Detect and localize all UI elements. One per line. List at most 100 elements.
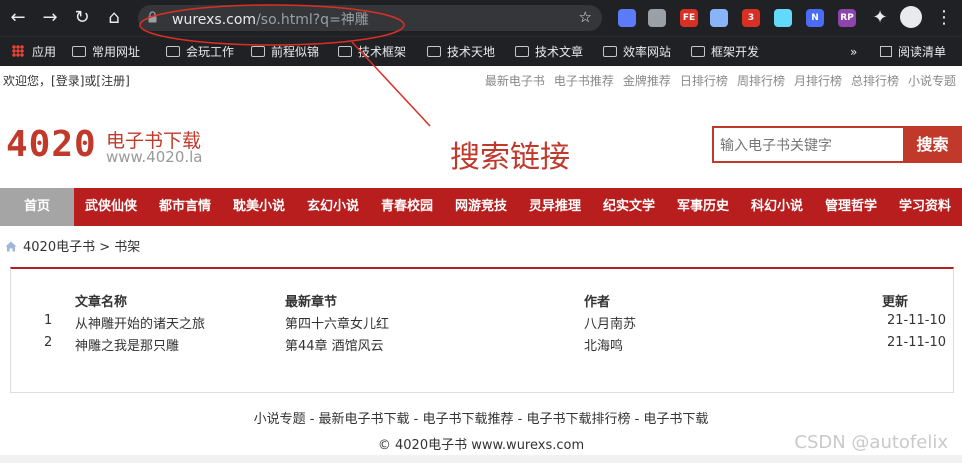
fe-ext-icon[interactable]: FE — [680, 9, 698, 27]
top-link[interactable]: 金牌推荐 — [623, 74, 671, 88]
search-button[interactable]: 搜索 — [903, 126, 962, 163]
annotation-label: 搜索链接 — [450, 140, 570, 175]
bookmark-folder[interactable]: 效率网站 — [603, 43, 671, 61]
bookmark-folder[interactable]: 前程似锦 — [251, 43, 319, 61]
top-link[interactable]: 周排行榜 — [737, 74, 785, 88]
horizontal-scrollbar[interactable] — [0, 455, 962, 463]
folder-icon — [338, 46, 352, 57]
footer-links[interactable]: 小说专题 - 最新电子书下载 - 电子书下载推荐 - 电子书下载排行榜 - 电子… — [0, 408, 962, 427]
main-nav: 首页 武侠仙侠 都市言情 耽美小说 玄幻小说 青春校园 网游竞技 灵异推理 纪实文学 军事历史 科幻… — [0, 188, 962, 226]
header-chapter: 最新章节 — [285, 295, 338, 310]
register-link[interactable]: [注册] — [96, 74, 129, 88]
reading-list-icon — [880, 46, 892, 57]
bookmark-folder[interactable]: 框架开发 — [691, 43, 759, 61]
login-link[interactable]: [登录] — [51, 74, 84, 88]
avatar[interactable] — [900, 6, 922, 28]
breadcrumb-current: 书架 — [114, 240, 141, 255]
bookmark-folder[interactable]: 技术框架 — [338, 43, 406, 61]
translate-ext-icon[interactable] — [618, 9, 636, 27]
ring-ext-icon[interactable] — [710, 9, 728, 27]
search-input[interactable] — [712, 126, 903, 163]
chapter-link[interactable]: 第四十六章女儿红 — [285, 313, 389, 332]
folder-icon — [691, 46, 705, 57]
header-author: 作者 — [584, 295, 611, 310]
menu-dots-icon[interactable]: ⋮ — [934, 8, 954, 28]
bookmarks-bar: 应用 常用网址 会玩工作 前程似锦 技术框架 技术天地 技术文章 效率网站 框架开发 » 阅读… — [0, 36, 962, 66]
bookmarks-more[interactable]: » — [850, 43, 857, 61]
breadcrumb-separator: > — [99, 240, 111, 255]
bookmark-apps[interactable]: 应用 — [12, 43, 56, 61]
forward-icon[interactable]: → — [40, 8, 60, 28]
nav-item[interactable]: 首页 — [0, 188, 74, 226]
bookmark-star-icon[interactable]: ☆ — [579, 8, 592, 26]
nav-item[interactable]: 管理哲学 — [814, 188, 888, 226]
bookmark-label: 效率网站 — [623, 45, 672, 59]
bookmark-label: 会玩工作 — [186, 45, 235, 59]
book-title-link[interactable]: 神雕之我是那只雕 — [75, 335, 179, 354]
extensions-puzzle-icon[interactable]: ✦ — [870, 8, 890, 28]
rp-ext-icon[interactable]: RP — [838, 9, 856, 27]
bookmark-label: 框架开发 — [711, 45, 760, 59]
reload-icon[interactable]: ↻ — [72, 8, 92, 28]
address-bar[interactable]: wurexs.com/so.html?q=神雕 ☆ — [138, 5, 602, 31]
top-link[interactable]: 最新电子书 — [485, 74, 545, 88]
welcome-text: 欢迎您， — [3, 74, 52, 88]
folder-icon — [427, 46, 441, 57]
back-icon[interactable]: ← — [8, 8, 28, 28]
update-date: 21-11-10 — [887, 313, 947, 328]
top-link[interactable]: 月排行榜 — [794, 74, 842, 88]
bookmark-folder[interactable]: 技术天地 — [427, 43, 495, 61]
logo-number[interactable]: 4020 — [6, 124, 97, 165]
home-icon[interactable]: ⌂ — [104, 8, 124, 28]
folder-icon — [251, 46, 265, 57]
nav-item[interactable]: 科幻小说 — [740, 188, 814, 226]
nav-item[interactable]: 玄幻小说 — [296, 188, 370, 226]
results-panel: 文章名称 最新章节 作者 更新 1 从神雕开始的诸天之旅 第四十六章女儿红 八月… — [10, 267, 954, 393]
update-date: 21-11-10 — [887, 335, 947, 350]
browser-toolbar: ← → ↻ ⌂ wurexs.com/so.html?q=神雕 ☆ FE 3 N RP… — [0, 0, 962, 36]
n-ext-icon[interactable]: N — [806, 9, 824, 27]
nav-item[interactable]: 都市言情 — [148, 188, 222, 226]
nav-item[interactable]: 军事历史 — [666, 188, 740, 226]
folder-icon — [603, 46, 617, 57]
nav-item[interactable]: 青春校园 — [370, 188, 444, 226]
breadcrumb: 4020电子书 > 书架 — [5, 236, 140, 255]
or-text: 或 — [84, 74, 97, 88]
header: 4020 电子书下载 www.4020.la 搜索链接 搜索 — [0, 92, 962, 188]
author-text: 北海鸣 — [584, 339, 624, 354]
bookmark-label: 技术天地 — [447, 45, 496, 59]
folder-icon — [166, 46, 180, 57]
top-link[interactable]: 小说专题 — [908, 74, 956, 88]
lock-icon — [148, 11, 157, 23]
bookmark-label: 前程似锦 — [271, 45, 320, 59]
folder-icon — [515, 46, 529, 57]
react-ext-icon[interactable] — [774, 9, 792, 27]
reading-list[interactable]: 阅读清单 — [880, 43, 946, 61]
folder-ext-icon[interactable] — [648, 9, 666, 27]
nav-item[interactable]: 耽美小说 — [222, 188, 296, 226]
header-updated: 更新 — [882, 295, 909, 310]
badge-ext-icon[interactable]: 3 — [742, 9, 760, 27]
nav-item[interactable]: 学习资料 — [888, 188, 962, 226]
watermark: CSDN @autofelix — [794, 432, 948, 453]
nav-item[interactable]: 灵异推理 — [518, 188, 592, 226]
nav-item[interactable]: 网游竞技 — [444, 188, 518, 226]
bookmark-folder[interactable]: 技术文章 — [515, 43, 583, 61]
nav-item[interactable]: 武侠仙侠 — [74, 188, 148, 226]
top-link[interactable]: 总排行榜 — [851, 74, 899, 88]
breadcrumb-home[interactable]: 4020电子书 — [23, 240, 95, 255]
row-number: 2 — [44, 335, 53, 350]
top-link[interactable]: 日排行榜 — [680, 74, 728, 88]
chapter-link[interactable]: 第44章 酒馆风云 — [285, 335, 384, 354]
folder-icon — [72, 46, 86, 57]
apps-grid-icon — [12, 45, 24, 57]
author-text: 八月南苏 — [584, 317, 637, 332]
row-number: 1 — [44, 313, 53, 328]
bookmark-label: 技术文章 — [535, 45, 584, 59]
nav-item[interactable]: 纪实文学 — [592, 188, 666, 226]
top-link[interactable]: 电子书推荐 — [554, 74, 614, 88]
home-crumb-icon — [5, 241, 17, 252]
book-title-link[interactable]: 从神雕开始的诸天之旅 — [75, 313, 205, 332]
bookmark-folder[interactable]: 常用网址 — [72, 43, 140, 61]
bookmark-folder[interactable]: 会玩工作 — [166, 43, 234, 61]
